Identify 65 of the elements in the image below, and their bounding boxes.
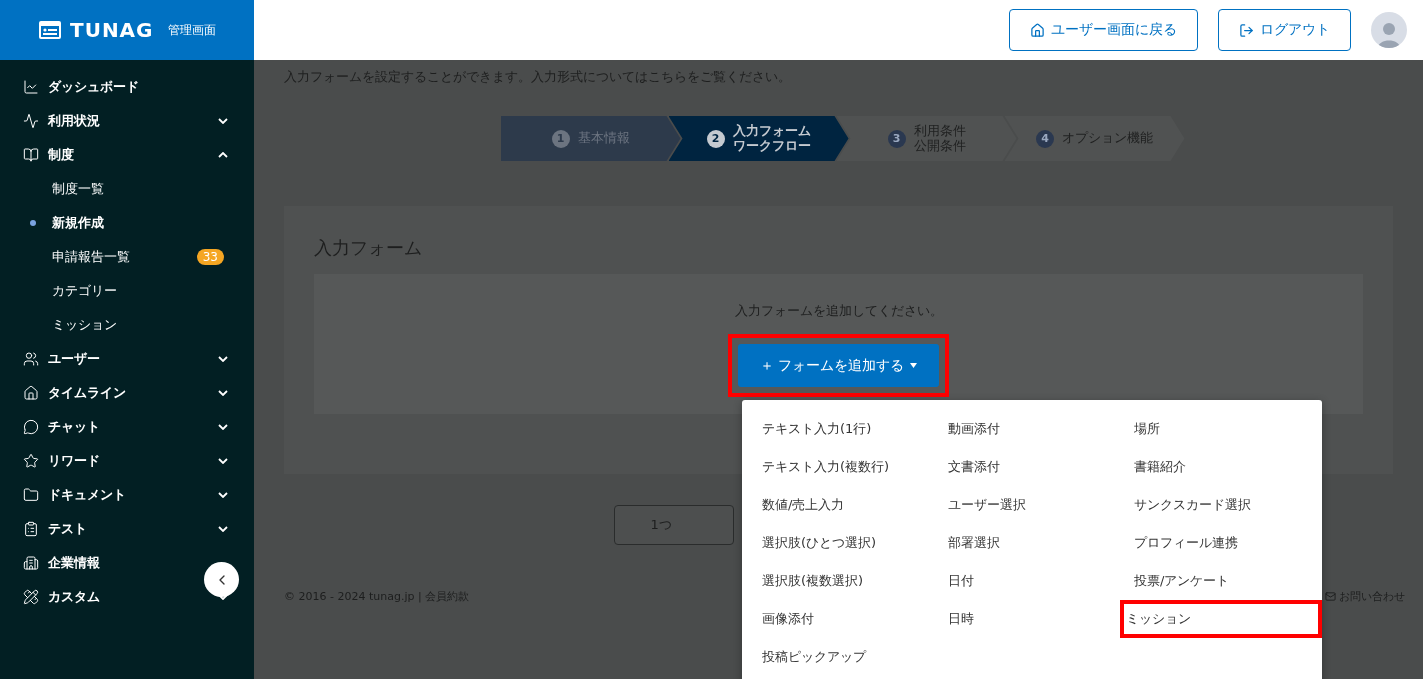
chat-bubble-icon [23, 419, 39, 435]
sidebar-item[interactable]: 利用状況 [0, 104, 254, 138]
book-icon [23, 147, 39, 163]
sidebar-item[interactable]: テスト [0, 512, 254, 546]
sidebar-subitem[interactable]: 制度一覧 [0, 172, 254, 206]
menu-item[interactable]: テキスト入力(1行) [756, 410, 942, 448]
sidebar-item[interactable]: ユーザー [0, 342, 254, 376]
menu-item[interactable]: 場所 [1128, 410, 1322, 448]
brand-name: TUNAG [70, 18, 154, 42]
building-icon [23, 555, 39, 571]
menu-item[interactable]: 文書添付 [942, 448, 1128, 486]
folder-icon [23, 487, 39, 503]
count-badge: 33 [196, 249, 224, 265]
sidebar-item[interactable]: チャット [0, 410, 254, 444]
menu-item[interactable]: テキスト入力(複数行) [756, 448, 942, 486]
logo-icon [38, 20, 62, 40]
menu-item[interactable]: 動画添付 [942, 410, 1128, 448]
sidebar-item[interactable]: ドキュメント [0, 478, 254, 512]
step-number: 2 [706, 129, 725, 148]
sidebar-item[interactable]: ダッシュボード [0, 70, 254, 104]
menu-item[interactable]: サンクスカード選択 [1128, 486, 1322, 524]
menu-item[interactable]: 画像添付 [756, 600, 942, 638]
menu-item[interactable]: ユーザー選択 [942, 486, 1128, 524]
menu-item[interactable]: 投稿ピックアップ [756, 638, 942, 676]
sidebar-subitem[interactable]: 新規作成 [0, 206, 254, 240]
menu-item[interactable]: 投票/アンケート [1128, 562, 1322, 600]
users-icon [23, 351, 39, 367]
step-number: 4 [1036, 129, 1054, 148]
menu-item[interactable]: 選択肢(ひとつ選択) [756, 524, 942, 562]
logout-icon [1239, 22, 1254, 38]
menu-item[interactable]: 書籍紹介 [1128, 448, 1322, 486]
home-icon [1030, 22, 1045, 38]
logout-button[interactable]: ログアウト [1218, 9, 1351, 51]
sidebar-item[interactable]: 企業情報 [0, 546, 254, 580]
tools-icon [23, 589, 39, 605]
collapse-button[interactable] [204, 562, 239, 597]
menu-item[interactable]: 選択肢(複数選択) [756, 562, 942, 600]
sidebar-subitem[interactable]: ミッション [0, 308, 254, 342]
menu-item[interactable]: 日付 [942, 562, 1128, 600]
sidebar-item[interactable]: リワード [0, 444, 254, 478]
sidebar-subitem[interactable]: 申請報告一覧 33 [0, 240, 254, 274]
menu-item[interactable]: 数値/売上入力 [756, 486, 942, 524]
mail-icon [1325, 591, 1336, 602]
step-label: 入力フォーム [732, 123, 811, 139]
caret-icon [910, 363, 918, 368]
step-label: ワークフロー [732, 138, 811, 154]
selected-dot-icon [30, 220, 36, 226]
step-number: 1 [551, 129, 570, 148]
chart-icon [23, 79, 39, 95]
star-icon [23, 453, 39, 469]
add-form-button[interactable]: ＋ フォームを追加する [737, 344, 940, 387]
step-number: 3 [887, 129, 906, 148]
menu-item[interactable]: 部署選択 [942, 524, 1128, 562]
menu-item[interactable]: ミッション [1120, 600, 1322, 638]
sidebar-item[interactable]: タイムライン [0, 376, 254, 410]
menu-item[interactable]: プロフィール連携 [1128, 524, 1322, 562]
pulse-icon [23, 113, 39, 129]
brand-subtitle: 管理画面 [167, 21, 216, 39]
home-icon [23, 385, 39, 401]
user-screen-button[interactable]: ユーザー画面に戻る [1009, 9, 1198, 51]
list-icon [23, 521, 39, 537]
sidebar-item[interactable]: カスタム [0, 580, 254, 614]
sidebar-subitem[interactable]: カテゴリー [0, 274, 254, 308]
sidebar-item[interactable]: 制度 [0, 138, 254, 172]
step-label: 基本情報 [577, 131, 630, 146]
